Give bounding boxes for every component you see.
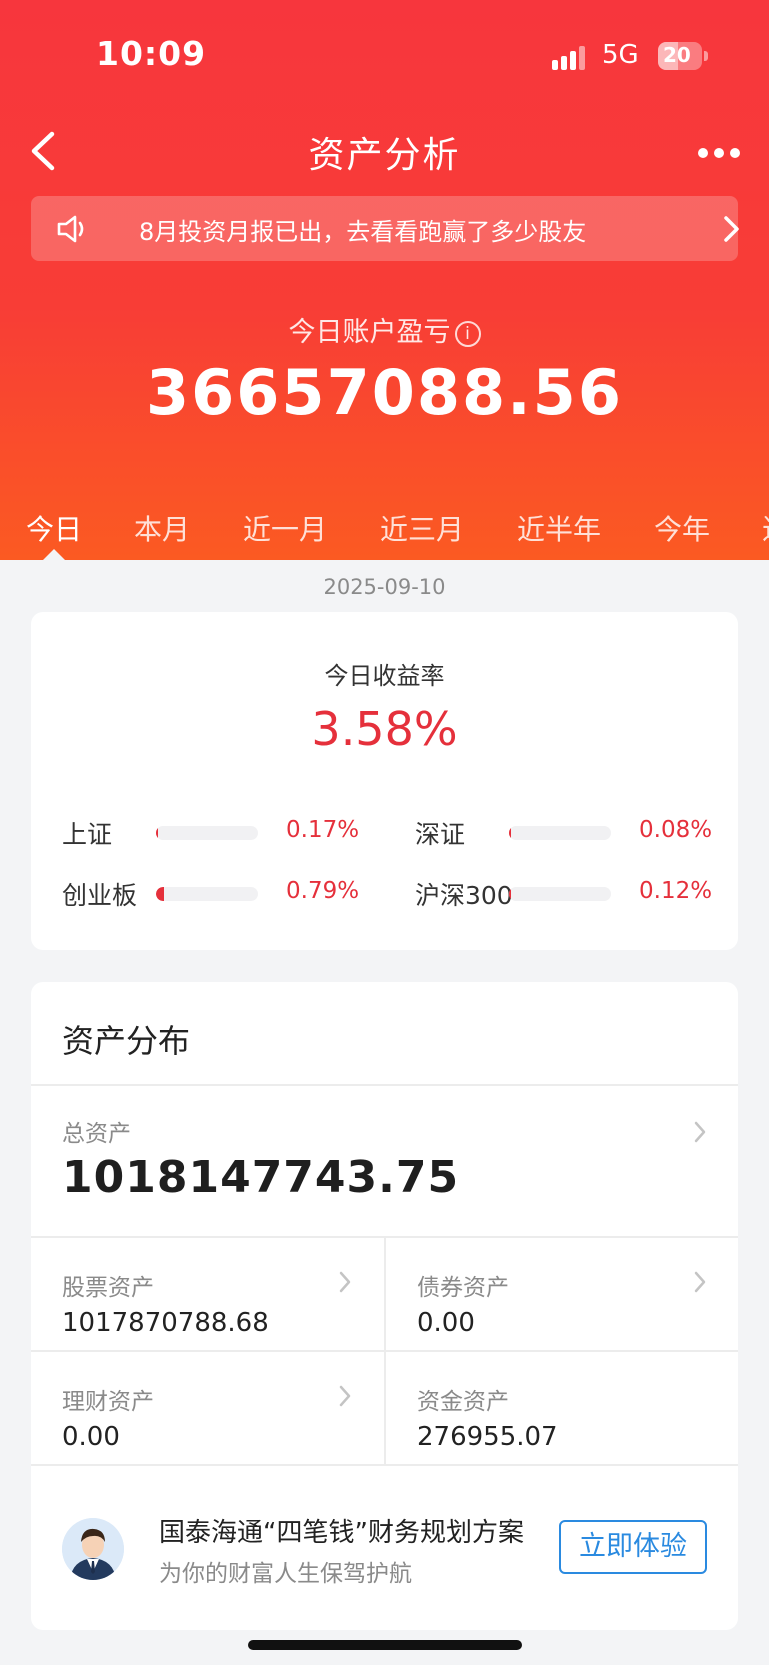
- chevron-right-icon: [339, 1385, 351, 1407]
- battery-icon: 20: [658, 42, 702, 70]
- info-icon[interactable]: i: [454, 321, 481, 347]
- index-bar: [509, 826, 611, 840]
- chevron-right-icon: [339, 1271, 351, 1293]
- index-szse: 深证 0.08%: [415, 815, 715, 849]
- active-tab-indicator: [43, 549, 65, 560]
- index-bar-fill: [156, 887, 165, 901]
- pnl-value: 36657088.56: [146, 356, 623, 429]
- index-name: 创业板: [62, 881, 138, 910]
- bond-assets-cell[interactable]: 债券资产 0.00: [386, 1238, 716, 1348]
- pnl-label-text: 今日账户盈亏: [288, 317, 451, 348]
- home-indicator: [248, 1640, 522, 1650]
- asset-distribution-title: 资产分布: [62, 1022, 191, 1060]
- index-bar-fill: [509, 826, 512, 840]
- index-bar-fill: [156, 826, 159, 840]
- index-pct: 0.79%: [286, 878, 360, 904]
- index-chinext: 创业板 0.79%: [62, 876, 362, 910]
- speaker-icon: [57, 215, 84, 243]
- wealth-assets-cell[interactable]: 理财资产 0.00: [31, 1352, 361, 1462]
- index-bar: [156, 887, 258, 901]
- divider: [31, 1464, 738, 1466]
- tab-more[interactable]: 近: [762, 508, 769, 548]
- battery-level: 20: [663, 43, 691, 67]
- return-rate-value: 3.58%: [311, 702, 458, 756]
- cash-assets-value: 276955.07: [417, 1422, 558, 1452]
- stock-assets-cell[interactable]: 股票资产 1017870788.68: [31, 1238, 361, 1348]
- cash-assets-label: 资金资产: [417, 1389, 509, 1415]
- promo-title: 国泰海通“四笔钱”财务规划方案: [159, 1518, 524, 1548]
- tab-last-3-months[interactable]: 近三月: [380, 508, 464, 548]
- tab-today[interactable]: 今日: [26, 508, 82, 548]
- try-now-button[interactable]: 立即体验: [559, 1520, 707, 1574]
- promo-subtitle: 为你的财富人生保驾护航: [159, 1561, 412, 1587]
- monthly-report-banner[interactable]: 8月投资月报已出，去看看跑赢了多少股友: [31, 196, 739, 261]
- index-name: 沪深300: [415, 881, 513, 910]
- chevron-right-icon: [694, 1271, 706, 1293]
- stock-assets-label: 股票资产: [62, 1275, 154, 1301]
- index-name: 上证: [62, 820, 113, 849]
- more-button[interactable]: [690, 136, 744, 166]
- index-bar: [509, 887, 611, 901]
- index-csi300: 沪深300 0.12%: [415, 876, 715, 910]
- banner-text: 8月投资月报已出，去看看跑赢了多少股友: [139, 218, 587, 246]
- return-rate-card: 今日收益率 3.58% 上证 0.17% 深证 0.08% 创业板 0.79% …: [31, 612, 738, 950]
- chevron-right-icon: [724, 216, 739, 242]
- wealth-assets-value: 0.00: [62, 1422, 120, 1452]
- bond-assets-label: 债券资产: [417, 1275, 509, 1301]
- bond-assets-value: 0.00: [417, 1308, 475, 1338]
- index-pct: 0.08%: [639, 817, 713, 843]
- index-name: 深证: [415, 820, 466, 849]
- total-assets-row[interactable]: 总资产 1018147743.75: [31, 1086, 738, 1236]
- advisor-avatar-icon: [62, 1518, 124, 1580]
- tab-last-6-months[interactable]: 近半年: [517, 508, 601, 548]
- period-tabs: 今日 本月 近一月 近三月 近半年 今年 近: [0, 508, 769, 560]
- page-title: 资产分析: [308, 135, 461, 176]
- index-pct: 0.17%: [286, 817, 360, 843]
- return-rate-label: 今日收益率: [324, 662, 445, 690]
- tab-last-month[interactable]: 近一月: [243, 508, 327, 548]
- network-label: 5G: [602, 40, 639, 70]
- signal-icon: [552, 44, 592, 70]
- battery-tip: [704, 51, 708, 61]
- asset-distribution-card: 资产分布 总资产 1018147743.75 股票资产 1017870788.6…: [31, 982, 738, 1630]
- chevron-right-icon: [694, 1121, 706, 1143]
- date-label: 2025-09-10: [323, 575, 446, 599]
- cash-assets-cell: 资金资产 276955.07: [386, 1352, 716, 1462]
- pnl-label: 今日账户盈亏 i: [0, 310, 769, 349]
- status-time: 10:09: [96, 34, 207, 73]
- index-pct: 0.12%: [639, 878, 713, 904]
- wealth-assets-label: 理财资产: [62, 1389, 154, 1415]
- total-assets-value: 1018147743.75: [62, 1152, 460, 1203]
- index-sse: 上证 0.17%: [62, 815, 362, 849]
- tab-this-month[interactable]: 本月: [134, 508, 190, 548]
- tab-this-year[interactable]: 今年: [654, 508, 710, 548]
- total-assets-label: 总资产: [62, 1121, 131, 1147]
- header-background: [0, 0, 769, 560]
- stock-assets-value: 1017870788.68: [62, 1308, 269, 1338]
- index-bar: [156, 826, 258, 840]
